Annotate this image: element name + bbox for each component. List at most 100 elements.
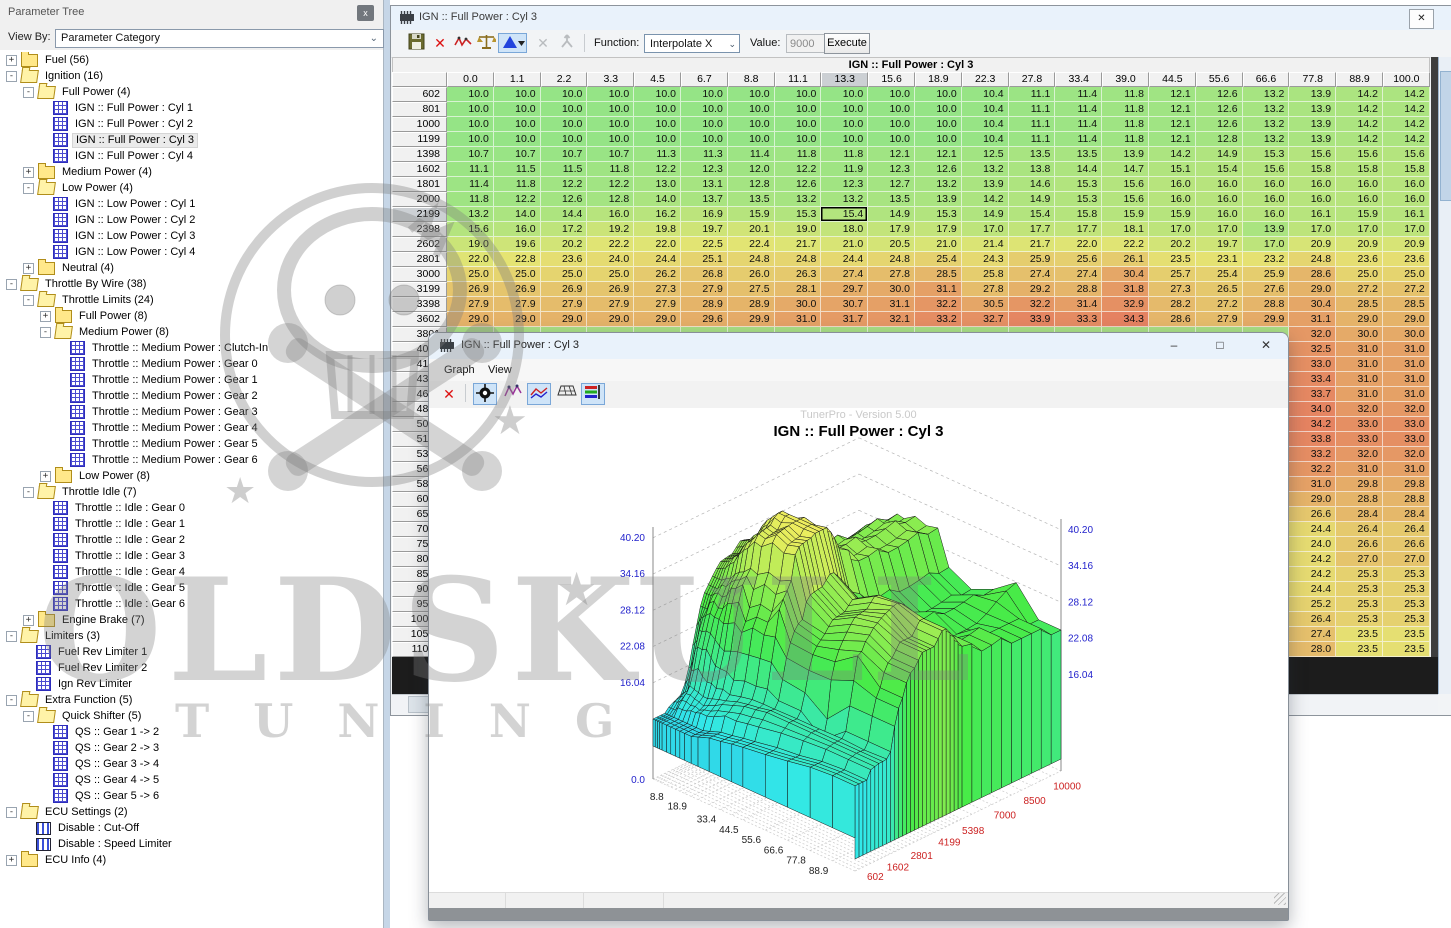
map-cell[interactable]: 10.0 xyxy=(868,132,915,147)
map-cell[interactable]: 10.4 xyxy=(962,132,1009,147)
map-cell[interactable]: 12.1 xyxy=(868,147,915,162)
map-cell[interactable]: 29.6 xyxy=(681,312,728,327)
map-cell[interactable]: 27.3 xyxy=(634,282,681,297)
map-cell[interactable]: 29.0 xyxy=(447,312,494,327)
map-cell[interactable]: 28.6 xyxy=(1149,312,1196,327)
map-cell[interactable]: 12.1 xyxy=(1149,102,1196,117)
map-cell[interactable]: 10.7 xyxy=(494,147,541,162)
map-cell[interactable]: 26.9 xyxy=(541,282,588,297)
map-cell[interactable]: 31.0 xyxy=(1336,357,1383,372)
map-cell[interactable]: 24.8 xyxy=(775,252,822,267)
tree-item[interactable]: IGN :: Full Power : Cyl 2 xyxy=(0,116,383,132)
map-cell[interactable]: 12.6 xyxy=(775,177,822,192)
map-cell[interactable]: 28.5 xyxy=(1336,297,1383,312)
map-cell[interactable]: 33.4 xyxy=(1289,372,1336,387)
map-cell[interactable]: 20.5 xyxy=(868,237,915,252)
map-cell[interactable]: 10.0 xyxy=(494,102,541,117)
map-cell[interactable]: 21.0 xyxy=(915,237,962,252)
map-cell[interactable]: 12.8 xyxy=(1196,132,1243,147)
map-cell[interactable]: 33.7 xyxy=(1289,387,1336,402)
column-header[interactable]: 66.6 xyxy=(1243,72,1290,87)
map-cell[interactable]: 10.0 xyxy=(915,117,962,132)
map-cell[interactable]: 16.0 xyxy=(1196,177,1243,192)
map-cell[interactable]: 11.4 xyxy=(1055,87,1102,102)
map-cell[interactable]: 15.9 xyxy=(1102,207,1149,222)
row-header[interactable]: 3602 xyxy=(392,312,447,327)
tree-item[interactable]: Throttle :: Medium Power : Gear 0 xyxy=(0,356,383,372)
map-cell[interactable]: 12.2 xyxy=(775,162,822,177)
map-cell[interactable]: 17.0 xyxy=(1336,222,1383,237)
map-cell[interactable]: 11.4 xyxy=(1055,132,1102,147)
map-cell[interactable]: 15.6 xyxy=(1336,147,1383,162)
map-cell[interactable]: 16.0 xyxy=(1383,177,1430,192)
map-cell[interactable]: 14.2 xyxy=(1383,117,1430,132)
map-cell[interactable]: 22.8 xyxy=(494,252,541,267)
map-cell[interactable]: 12.0 xyxy=(728,162,775,177)
map-cell[interactable]: 11.8 xyxy=(775,147,822,162)
map-cell[interactable]: 10.0 xyxy=(821,117,868,132)
tree-item[interactable]: IGN :: Full Power : Cyl 1 xyxy=(0,100,383,116)
map-cell[interactable]: 11.4 xyxy=(447,177,494,192)
map-cell[interactable]: 16.0 xyxy=(1289,192,1336,207)
map-cell[interactable]: 15.6 xyxy=(1243,162,1290,177)
execute-button[interactable]: Execute xyxy=(824,33,870,54)
map-cell[interactable]: 10.4 xyxy=(962,102,1009,117)
map-cell[interactable]: 15.3 xyxy=(775,207,822,222)
map-cell[interactable]: 13.7 xyxy=(681,192,728,207)
map-cell[interactable]: 26.5 xyxy=(1196,282,1243,297)
map-cell[interactable]: 27.4 xyxy=(821,267,868,282)
map-cell[interactable]: 18.0 xyxy=(821,222,868,237)
column-header[interactable]: 0.0 xyxy=(447,72,494,87)
map-cell[interactable]: 15.3 xyxy=(915,207,962,222)
map-cell[interactable]: 26.4 xyxy=(1383,522,1430,537)
map-cell[interactable]: 14.2 xyxy=(1336,117,1383,132)
collapse-icon[interactable]: - xyxy=(23,87,34,98)
map-cell[interactable]: 11.4 xyxy=(1055,117,1102,132)
tree-item[interactable]: IGN :: Low Power : Cyl 4 xyxy=(0,244,383,260)
column-header[interactable]: 13.3 xyxy=(821,72,868,87)
map-cell[interactable]: 25.0 xyxy=(1383,267,1430,282)
map-cell[interactable]: 17.9 xyxy=(915,222,962,237)
map-cell[interactable]: 17.9 xyxy=(868,222,915,237)
tree-item[interactable]: IGN :: Low Power : Cyl 1 xyxy=(0,196,383,212)
collapse-icon[interactable]: - xyxy=(6,279,17,290)
map-cell[interactable]: 15.3 xyxy=(1243,147,1290,162)
map-cell[interactable]: 13.2 xyxy=(1243,132,1290,147)
map-cell[interactable]: 27.0 xyxy=(1336,552,1383,567)
map-cell[interactable]: 25.3 xyxy=(1383,597,1430,612)
map-cell[interactable]: 14.0 xyxy=(494,207,541,222)
column-header[interactable]: 27.8 xyxy=(1009,72,1056,87)
map-cell[interactable]: 10.0 xyxy=(541,102,588,117)
map-cell[interactable]: 11.8 xyxy=(821,147,868,162)
map-cell[interactable]: 16.0 xyxy=(1383,192,1430,207)
map-cell[interactable]: 33.0 xyxy=(1336,432,1383,447)
map-cell[interactable]: 30.5 xyxy=(962,297,1009,312)
map-cell[interactable]: 10.0 xyxy=(728,87,775,102)
tree-item[interactable]: Throttle :: Idle : Gear 0 xyxy=(0,500,383,516)
map-cell[interactable]: 12.2 xyxy=(541,177,588,192)
map-cell[interactable]: 14.9 xyxy=(868,207,915,222)
map-cell[interactable]: 29.0 xyxy=(494,312,541,327)
map-cell[interactable]: 29.0 xyxy=(587,312,634,327)
map-cell[interactable]: 17.0 xyxy=(1149,222,1196,237)
map-cell[interactable]: 25.1 xyxy=(681,252,728,267)
expand-icon[interactable]: + xyxy=(40,311,51,322)
map-cell[interactable]: 17.2 xyxy=(541,222,588,237)
map-cell[interactable]: 11.8 xyxy=(1102,132,1149,147)
map-cell[interactable]: 25.3 xyxy=(1336,612,1383,627)
map-cell[interactable]: 12.5 xyxy=(962,147,1009,162)
map-cell[interactable]: 26.9 xyxy=(587,282,634,297)
tree-item[interactable]: Throttle :: Medium Power : Gear 3 xyxy=(0,404,383,420)
column-header[interactable]: 100.0 xyxy=(1383,72,1430,87)
map-cell[interactable]: 10.0 xyxy=(494,87,541,102)
map-cell[interactable]: 23.5 xyxy=(1149,252,1196,267)
map-cell[interactable]: 12.2 xyxy=(494,192,541,207)
map-cell[interactable]: 10.0 xyxy=(821,132,868,147)
map-cell[interactable]: 17.7 xyxy=(1055,222,1102,237)
column-header[interactable]: 18.9 xyxy=(915,72,962,87)
map-cell[interactable]: 10.0 xyxy=(587,117,634,132)
tree-item[interactable]: -Throttle Idle (7) xyxy=(0,484,383,500)
map-cell[interactable]: 32.5 xyxy=(1289,342,1336,357)
map-cell[interactable]: 13.2 xyxy=(775,192,822,207)
map-cell[interactable]: 25.9 xyxy=(1243,267,1290,282)
